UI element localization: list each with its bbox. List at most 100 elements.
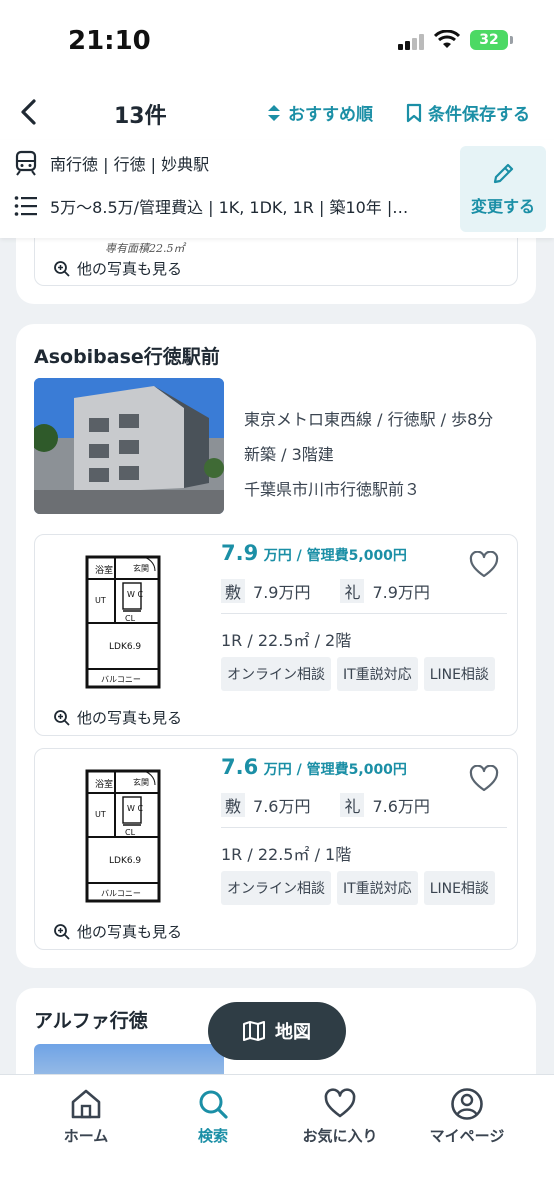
unit-card[interactable]: 浴室 玄関 W C UT CL LDK6.9 バルコニー 他の写真も見る 7.6… — [34, 748, 518, 950]
key-money-value: 7.9万円 — [372, 583, 430, 602]
unit-spec: 1R / 22.5㎡ / 1階 — [221, 845, 352, 864]
map-button[interactable]: 地図 — [208, 1002, 346, 1060]
zoom-in-icon — [54, 260, 70, 277]
plan-balcony-label: バルコニー — [101, 675, 141, 684]
building-photo[interactable] — [34, 378, 224, 514]
property-card-previous: 専有面積22.5㎡ 他の写真も見る — [16, 238, 536, 304]
more-photos-link[interactable]: 他の写真も見る — [53, 921, 182, 942]
filter-condition: 5万〜8.5万/管理費込 | 1K, 1DK, 1R | 築10年 |… — [14, 194, 408, 218]
plan-ut-label: UT — [95, 810, 106, 819]
plan-wc-label: W C — [127, 804, 143, 813]
sort-icon — [268, 104, 280, 121]
nav-search[interactable]: 検索 — [148, 1087, 278, 1146]
zoom-in-icon — [54, 923, 70, 940]
sort-label: おすすめ順 — [288, 105, 373, 125]
favorite-heart-icon[interactable] — [469, 765, 499, 793]
property-name: Asobibase行徳駅前 — [34, 346, 220, 368]
filter-condition-text: 5万〜8.5万/管理費込 | 1K, 1DK, 1R | 築10年 |… — [50, 198, 409, 217]
nav-favorites-label: お気に入り — [302, 1127, 378, 1145]
plan-balcony-label: バルコニー — [101, 889, 141, 898]
signal-icon — [398, 34, 424, 50]
save-conditions-label: 条件保存する — [428, 105, 530, 125]
more-photos-link[interactable]: 他の写真も見る — [53, 258, 182, 279]
change-conditions-button[interactable]: 変更する — [460, 146, 546, 232]
heart-icon — [324, 1088, 356, 1118]
floorplan-image[interactable]: 浴室 玄関 W C UT CL LDK6.9 バルコニー — [45, 753, 203, 917]
property-access: 東京メトロ東西線 / 行徳駅 / 歩8分 — [244, 410, 494, 429]
plan-cl-label: CL — [125, 614, 136, 623]
more-photos-label: 他の写真も見る — [77, 260, 183, 278]
plan-cl-label: CL — [125, 828, 136, 837]
unit-card-previous[interactable]: 専有面積22.5㎡ 他の写真も見る — [34, 238, 518, 286]
pencil-icon — [493, 163, 514, 184]
deposit-label: 敷 — [221, 579, 246, 603]
bottom-nav: ホーム 検索 お気に入り マイページ — [0, 1074, 554, 1200]
change-conditions-label: 変更する — [470, 197, 535, 216]
list-icon — [14, 196, 37, 216]
unit-spec: 1R / 22.5㎡ / 2階 — [221, 631, 352, 650]
floor-area-caption: 専有面積22.5㎡ — [105, 242, 185, 255]
rent-suffix: 万円 / 管理費5,000円 — [263, 548, 407, 564]
property-name: アルファ行徳 — [34, 1010, 148, 1032]
nav-mypage[interactable]: マイページ — [402, 1087, 532, 1146]
nav-home-label: ホーム — [63, 1127, 109, 1145]
property-building: 新築 / 3階建 — [244, 445, 334, 464]
key-money-value: 7.6万円 — [372, 797, 430, 816]
tag-it-explanation: IT重説対応 — [337, 657, 418, 691]
rent-price: 7.6 万円 / 管理費5,000円 — [221, 755, 407, 779]
deposit-row: 敷 7.6万円 礼 7.6万円 — [221, 793, 430, 817]
more-photos-label: 他の写真も見る — [77, 923, 183, 941]
plan-ut-label: UT — [95, 596, 106, 605]
battery-icon: 32 — [470, 30, 513, 50]
user-icon — [451, 1088, 483, 1120]
tag-line-consult: LINE相談 — [423, 871, 495, 905]
favorite-heart-icon[interactable] — [469, 551, 499, 579]
station-condition: 南行徳 | 行徳 | 妙典駅 — [14, 150, 209, 176]
nav-favorites[interactable]: お気に入り — [275, 1087, 405, 1146]
results-header: 13件 おすすめ順 条件保存する — [0, 84, 554, 140]
train-icon — [15, 150, 37, 176]
nav-search-label: 検索 — [197, 1127, 228, 1145]
plan-wc-label: W C — [127, 590, 143, 599]
rent-value: 7.9 — [221, 541, 259, 565]
building-photo[interactable] — [34, 1044, 224, 1074]
rent-value: 7.6 — [221, 755, 259, 779]
status-bar: 21:10 32 — [0, 0, 554, 84]
key-money-label: 礼 — [340, 579, 365, 603]
back-button[interactable] — [14, 96, 46, 128]
divider — [221, 613, 507, 614]
nav-mypage-label: マイページ — [429, 1127, 505, 1145]
divider — [221, 827, 507, 828]
plan-bath-label: 浴室 — [95, 778, 113, 790]
more-photos-label: 他の写真も見る — [77, 709, 183, 727]
zoom-in-icon — [54, 709, 70, 726]
status-time: 21:10 — [68, 26, 151, 56]
save-conditions-button[interactable]: 条件保存する — [406, 100, 530, 125]
tag-line-consult: LINE相談 — [423, 657, 495, 691]
more-photos-link[interactable]: 他の写真も見る — [53, 707, 182, 728]
unit-card[interactable]: 浴室 玄関 W C UT CL LDK6.9 バルコニー 他の写真も見る 7.9… — [34, 534, 518, 736]
map-icon — [243, 1021, 265, 1041]
nav-home[interactable]: ホーム — [21, 1087, 151, 1146]
deposit-value: 7.9万円 — [253, 583, 311, 602]
property-card[interactable]: Asobibase行徳駅前 東京メトロ東西線 / 行徳駅 / 歩8分 新築 / … — [16, 324, 536, 968]
bookmark-icon — [406, 103, 422, 122]
floorplan-image[interactable]: 浴室 玄関 W C UT CL LDK6.9 バルコニー — [45, 539, 203, 703]
result-count: 13件 — [114, 104, 167, 129]
map-button-label: 地図 — [275, 1022, 311, 1043]
property-address: 千葉県市川市行徳駅前３ — [244, 480, 421, 499]
results-list[interactable]: 専有面積22.5㎡ 他の写真も見る Asobibase行徳駅前 東京メトロ東西線… — [0, 238, 554, 1074]
plan-ldk-label: LDK6.9 — [109, 642, 141, 652]
station-condition-text: 南行徳 | 行徳 | 妙典駅 — [50, 155, 210, 174]
feature-tags: オンライン相談 IT重説対応 LINE相談 — [221, 871, 511, 905]
wifi-icon — [434, 30, 460, 48]
plan-bath-label: 浴室 — [95, 564, 113, 576]
rent-suffix: 万円 / 管理費5,000円 — [263, 762, 407, 778]
property-info: 東京メトロ東西線 / 行徳駅 / 歩8分 新築 / 3階建 千葉県市川市行徳駅前… — [244, 402, 493, 507]
search-conditions: 南行徳 | 行徳 | 妙典駅 5万〜8.5万/管理費込 | 1K, 1DK, 1… — [0, 140, 554, 238]
tag-online-consult: オンライン相談 — [221, 871, 331, 905]
deposit-value: 7.6万円 — [253, 797, 311, 816]
tag-online-consult: オンライン相談 — [221, 657, 331, 691]
plan-entrance-label: 玄関 — [133, 563, 149, 573]
sort-button[interactable]: おすすめ順 — [266, 100, 373, 125]
